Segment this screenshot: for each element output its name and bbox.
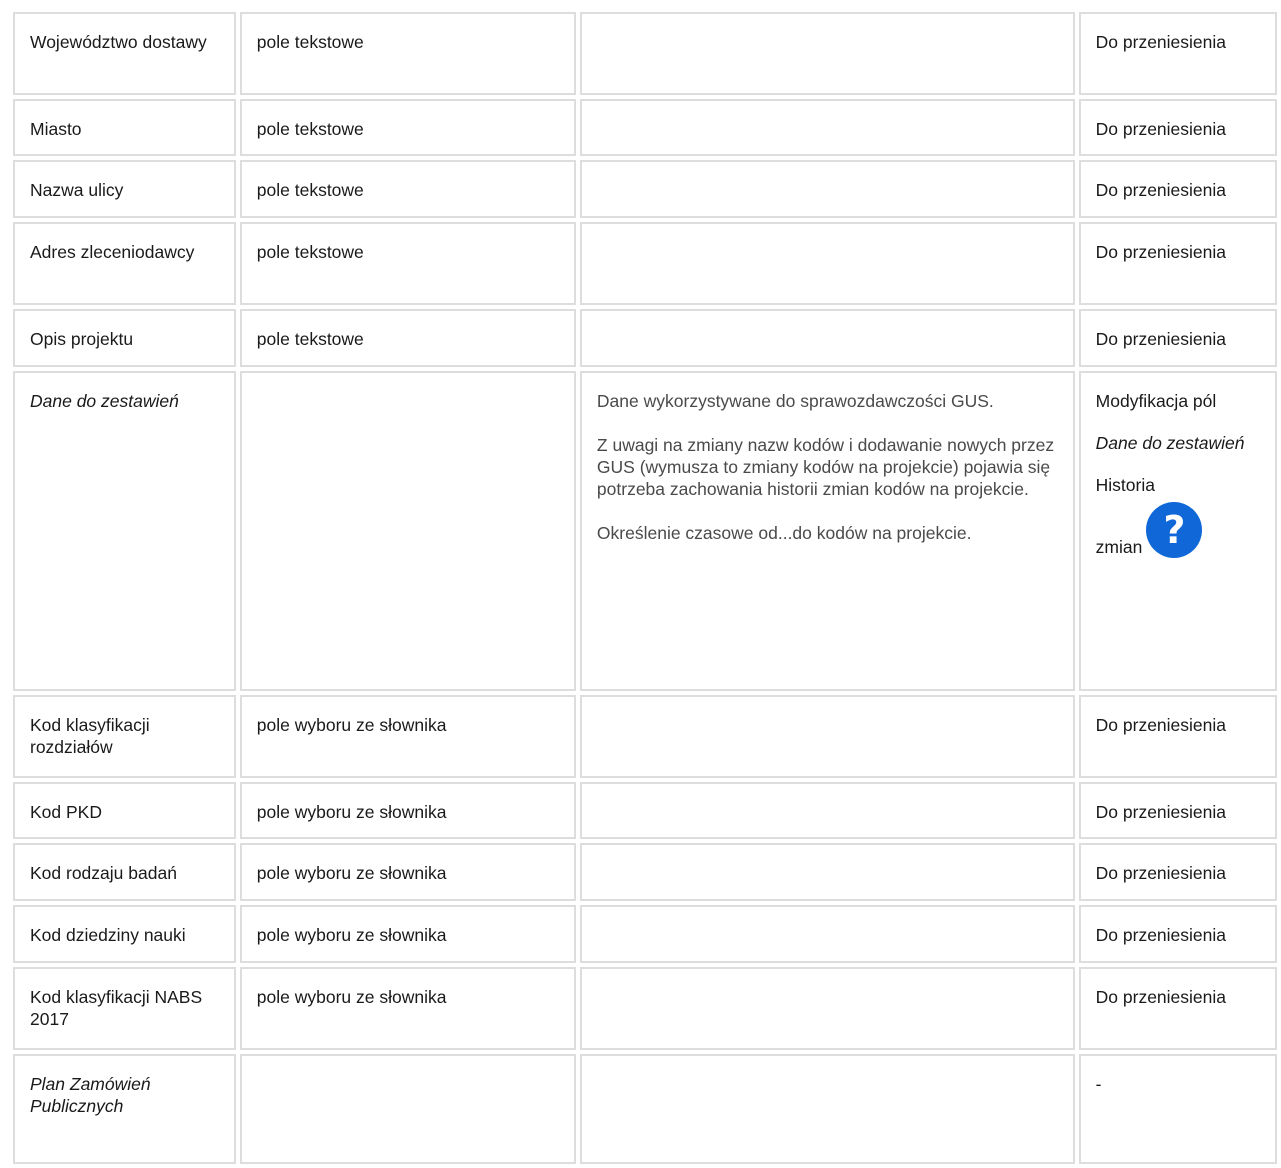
field-description: Dane wykorzystywane do sprawozdawczości …: [579, 371, 1075, 691]
field-status: Do przeniesienia: [1078, 967, 1277, 1050]
description-paragraph: Określenie czasowe od...do kodów na proj…: [596, 523, 972, 543]
field-type: pole wyboru ze słownika: [239, 782, 576, 839]
field-type: pole tekstowe: [239, 12, 576, 95]
field-status: Do przeniesienia: [1078, 99, 1277, 156]
table-row-dane-do-zestawien: Dane do zestawień Dane wykorzystywane do…: [13, 371, 1277, 691]
field-description: [579, 99, 1075, 156]
fields-table: Województwo dostawy pole tekstowe Do prz…: [9, 8, 1281, 1168]
field-type: [239, 371, 576, 691]
field-status: Do przeniesienia: [1078, 222, 1277, 305]
field-name: Miasto: [13, 99, 236, 156]
history-label: zmian ?: [1096, 502, 1260, 558]
field-name: Kod dziedziny nauki: [13, 905, 236, 963]
field-type: pole tekstowe: [239, 309, 576, 367]
field-type: pole wyboru ze słownika: [239, 843, 576, 901]
field-description: [579, 309, 1075, 367]
field-name: Opis projektu: [13, 309, 236, 367]
field-type: pole wyboru ze słownika: [239, 967, 576, 1050]
question-mark-circle-icon[interactable]: ?: [1146, 502, 1203, 558]
field-description: [579, 222, 1075, 305]
table-row: Kod PKD pole wyboru ze słownika Do przen…: [13, 782, 1277, 839]
field-name: Adres zleceniodawcy: [13, 222, 236, 305]
field-description: [579, 905, 1075, 963]
table-row: Opis projektu pole tekstowe Do przeniesi…: [13, 309, 1277, 367]
field-type: pole tekstowe: [239, 160, 576, 218]
field-status: Do przeniesienia: [1078, 782, 1277, 839]
table-row: Kod klasyfikacji NABS 2017 pole wyboru z…: [13, 967, 1277, 1050]
field-name: Kod rodzaju badań: [13, 843, 236, 901]
status-text: Historia: [1095, 475, 1155, 495]
field-status: Do przeniesienia: [1078, 160, 1277, 218]
field-status: Do przeniesienia: [1078, 843, 1277, 901]
table-row: Nazwa ulicy pole tekstowe Do przeniesien…: [13, 160, 1277, 218]
table-row: Kod rodzaju badań pole wyboru ze słownik…: [13, 843, 1277, 901]
field-type: pole tekstowe: [239, 222, 576, 305]
description-paragraph: Dane wykorzystywane do sprawozdawczości …: [596, 391, 994, 411]
field-description: [579, 782, 1075, 839]
table-row-plan-zamowien: Plan Zamówień Publicznych -: [13, 1054, 1277, 1164]
table-row: Województwo dostawy pole tekstowe Do prz…: [13, 12, 1277, 95]
field-description: [579, 967, 1075, 1050]
status-text: Dane do zestawień: [1095, 433, 1245, 453]
status-text: zmian: [1095, 537, 1143, 557]
field-type: pole wyboru ze słownika: [239, 905, 576, 963]
field-name: Województwo dostawy: [13, 12, 236, 95]
field-name: Nazwa ulicy: [13, 160, 236, 218]
field-status: Do przeniesienia: [1078, 12, 1277, 95]
table-row: Adres zleceniodawcy pole tekstowe Do prz…: [13, 222, 1277, 305]
field-description: [579, 12, 1075, 95]
section-title: Dane do zestawień: [13, 371, 236, 691]
description-paragraph: Z uwagi na zmiany nazw kodów i dodawanie…: [596, 435, 1055, 499]
field-status: Do przeniesienia: [1078, 695, 1277, 778]
field-type: pole wyboru ze słownika: [239, 695, 576, 778]
table-row: Kod dziedziny nauki pole wyboru ze słown…: [13, 905, 1277, 963]
field-description: [579, 160, 1075, 218]
field-name: Kod klasyfikacji NABS 2017: [13, 967, 236, 1050]
field-status: -: [1078, 1054, 1277, 1164]
field-status: Modyfikacja pól Dane do zestawień Histor…: [1078, 371, 1277, 691]
field-name: Kod klasyfikacji rozdziałów: [13, 695, 236, 778]
section-title: Plan Zamówień Publicznych: [13, 1054, 236, 1164]
table-row: Kod klasyfikacji rozdziałów pole wyboru …: [13, 695, 1277, 778]
field-type: [239, 1054, 576, 1164]
field-description: [579, 695, 1075, 778]
table-row: Miasto pole tekstowe Do przeniesienia: [13, 99, 1277, 156]
field-status: Do przeniesienia: [1078, 309, 1277, 367]
field-status: Do przeniesienia: [1078, 905, 1277, 963]
field-description: [579, 843, 1075, 901]
field-type: pole tekstowe: [239, 99, 576, 156]
status-text: Modyfikacja pól: [1095, 391, 1217, 411]
field-description: [579, 1054, 1075, 1164]
field-name: Kod PKD: [13, 782, 236, 839]
